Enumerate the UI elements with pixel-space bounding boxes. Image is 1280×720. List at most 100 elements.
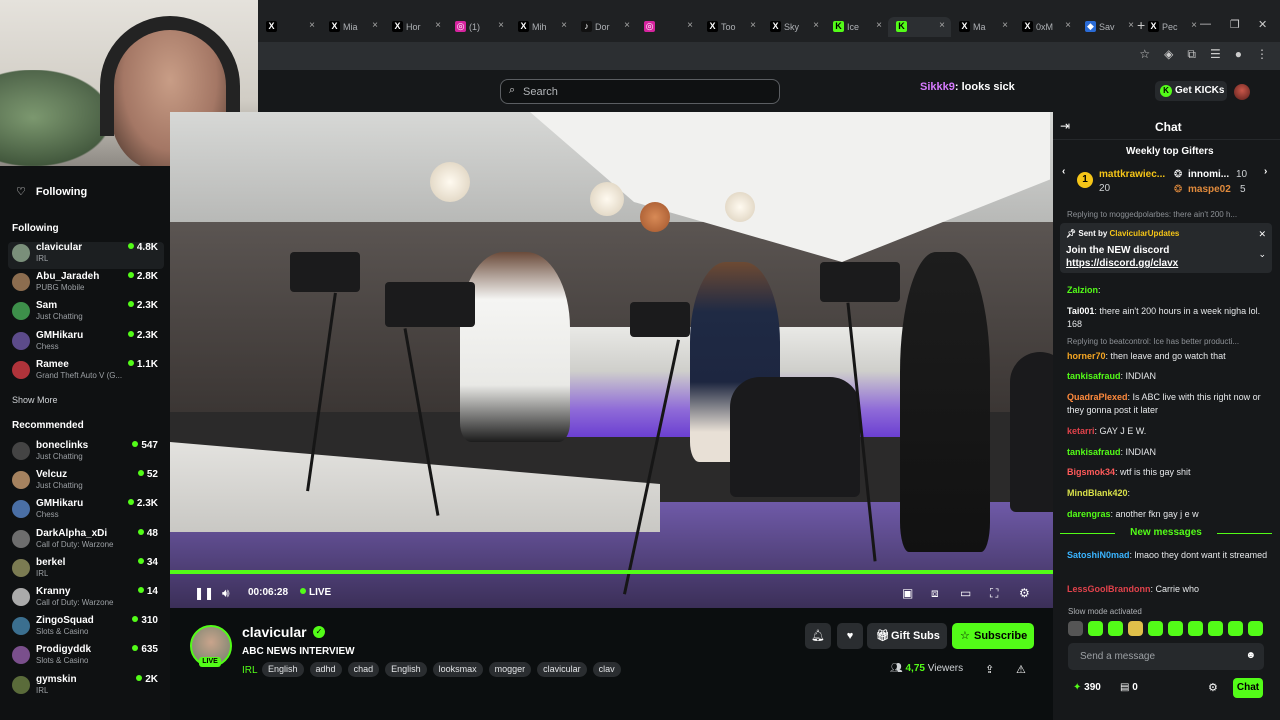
recommended-channel-item[interactable]: Velcuz Just Chatting 52 (12, 469, 164, 496)
gifter-1-name[interactable]: mattkrawiec... (1099, 169, 1165, 180)
pip-icon[interactable]: ▣ (902, 586, 913, 600)
gifters-next-icon[interactable]: › (1264, 166, 1267, 177)
collapse-chat-icon[interactable]: ⇥ (1060, 119, 1070, 133)
browser-tab[interactable]: ◎ × (636, 17, 699, 37)
search-input[interactable]: ⌕ Search (500, 79, 780, 104)
inventory-count[interactable]: ▤ 0 (1120, 682, 1138, 693)
chat-username[interactable]: tankisafraud (1067, 371, 1121, 381)
send-message-input[interactable]: Send a message ☻ (1068, 643, 1264, 670)
close-window-icon[interactable]: ✕ (1258, 18, 1267, 31)
recommended-channel-item[interactable]: Prodigyddk Slots & Casino 635 (12, 644, 164, 671)
settings-icon[interactable]: ⚙ (1019, 586, 1030, 600)
recommended-channel-item[interactable]: gymskin IRL 2K (12, 674, 164, 701)
menu-icon[interactable]: ⋮ (1256, 47, 1268, 62)
following-channel-item[interactable]: GMHikaru Chess 2.3K (12, 330, 164, 357)
emote-icon[interactable] (1188, 621, 1203, 636)
follow-heart-icon[interactable]: ♥ (837, 623, 863, 649)
stream-tag[interactable]: English (385, 662, 427, 677)
browser-tab[interactable]: X Hor × (384, 17, 447, 37)
close-tab-icon[interactable]: × (561, 20, 567, 31)
chat-username[interactable]: Tai001 (1067, 306, 1094, 316)
pause-icon[interactable]: ❚❚ (194, 586, 214, 600)
recommended-channel-item[interactable]: GMHikaru Chess 2.3K (12, 498, 164, 525)
emoji-icon[interactable]: ☻ (1245, 650, 1256, 661)
recommended-channel-item[interactable]: ZingoSquad Slots & Casino 310 (12, 615, 164, 642)
fullscreen-icon[interactable]: ⛶ (990, 586, 998, 601)
close-tab-icon[interactable]: × (1065, 20, 1071, 31)
gift-subs-button[interactable]: 🎁︎ Gift Subs (867, 623, 947, 649)
emote-icon[interactable] (1248, 621, 1263, 636)
close-tab-icon[interactable]: × (1191, 20, 1197, 31)
gifter-2-name[interactable]: innomi... (1188, 169, 1229, 180)
pinned-message[interactable]: 📌︎ Sent by ClavicularUpdates Join the NE… (1060, 223, 1272, 273)
emote-icon[interactable] (1208, 621, 1223, 636)
following-toggle[interactable]: ♡ Following (16, 185, 87, 198)
stream-tag[interactable]: chad (347, 662, 380, 677)
report-icon[interactable]: ⚠ (1016, 663, 1026, 676)
user-avatar[interactable] (1234, 84, 1250, 100)
browser-tab[interactable]: X Mih × (510, 17, 573, 37)
stream-tag[interactable]: clavicular (537, 662, 587, 677)
close-tab-icon[interactable]: × (876, 20, 882, 31)
send-chat-button[interactable]: Chat (1233, 678, 1263, 698)
close-tab-icon[interactable]: × (687, 20, 693, 31)
stream-tag[interactable]: looksmax (432, 662, 483, 677)
close-tab-icon[interactable]: × (372, 20, 378, 31)
address-bar[interactable]: ☆ ◈ ⧉ ☰ ● ⋮ (258, 42, 1280, 70)
chat-username[interactable]: Bigsmok34 (1067, 467, 1115, 477)
stream-tag[interactable]: adhd (309, 662, 342, 677)
chat-username[interactable]: ketarri (1067, 426, 1095, 436)
emote-icon[interactable] (1128, 621, 1143, 636)
close-tab-icon[interactable]: × (309, 20, 315, 31)
unpin-icon[interactable]: ✕ (1258, 229, 1266, 240)
recommended-channel-item[interactable]: DarkAlpha_xDi Call of Duty: Warzone 48 (12, 528, 164, 555)
recommended-channel-item[interactable]: berkel IRL 34 (12, 557, 164, 584)
browser-tab[interactable]: X Pec × (1140, 17, 1203, 37)
following-channel-item[interactable]: clavicular IRL 4.8K (8, 242, 164, 269)
new-messages-divider[interactable]: New messages (1060, 527, 1272, 538)
browser-tab[interactable]: K Ice × (825, 17, 888, 37)
following-channel-item[interactable]: Abu_Jaradeh PUBG Mobile 2.8K (12, 271, 164, 298)
notification-bell-icon[interactable]: 🔔︎ (805, 623, 831, 649)
chat-username[interactable]: tankisafraud (1067, 447, 1121, 457)
sidebar-icon[interactable]: ☰ (1210, 47, 1221, 62)
profile-icon[interactable]: ● (1235, 47, 1242, 62)
chat-username[interactable]: Zalzion (1067, 285, 1098, 295)
following-channel-item[interactable]: Sam Just Chatting 2.3K (12, 300, 164, 327)
stream-category[interactable]: IRL (242, 665, 258, 676)
close-tab-icon[interactable]: × (1128, 20, 1134, 31)
close-tab-icon[interactable]: × (624, 20, 630, 31)
stream-tag[interactable]: clav (592, 662, 621, 677)
emote-icon[interactable] (1108, 621, 1123, 636)
restore-icon[interactable]: ❐ (1230, 18, 1240, 31)
browser-tab[interactable]: ♪ Dor × (573, 17, 636, 37)
emote-icon[interactable] (1088, 621, 1103, 636)
stream-tag[interactable]: mogger (488, 662, 532, 677)
star-icon[interactable]: ☆ (1139, 47, 1150, 62)
subscribe-button[interactable]: ☆ Subscribe (952, 623, 1034, 649)
stream-tag[interactable]: English (262, 662, 304, 677)
recommended-channel-item[interactable]: boneclinks Just Chatting 547 (12, 440, 164, 467)
show-more-link[interactable]: Show More (12, 395, 58, 405)
expand-pinned-icon[interactable]: ⌄ (1258, 249, 1266, 260)
chat-username[interactable]: LessGoolBrandonn (1067, 584, 1151, 594)
close-tab-icon[interactable]: × (498, 20, 504, 31)
chat-username[interactable]: horner70 (1067, 351, 1106, 361)
video-player[interactable] (170, 112, 1053, 608)
chat-username[interactable]: darengras (1067, 509, 1111, 519)
get-kicks-button[interactable]: K Get KICKs (1155, 81, 1227, 101)
gifter-3-name[interactable]: maspe02 (1188, 184, 1231, 195)
emote-icon[interactable] (1068, 621, 1083, 636)
chat-username[interactable]: MindBlank420 (1067, 488, 1128, 498)
streamer-name[interactable]: clavicular (242, 624, 307, 640)
browser-tab[interactable]: X 0xM × (1014, 17, 1077, 37)
theater-mode-icon[interactable]: ▭ (960, 586, 971, 600)
gifters-prev-icon[interactable]: ‹ (1062, 166, 1065, 177)
extension-icon[interactable]: ◈ (1164, 47, 1173, 62)
clip-icon[interactable]: ⧈ (931, 586, 939, 601)
browser-tab[interactable]: K × (888, 17, 951, 37)
puzzle-icon[interactable]: ⧉ (1187, 47, 1196, 62)
browser-tab[interactable]: X Sky × (762, 17, 825, 37)
emote-icon[interactable] (1148, 621, 1163, 636)
browser-tab[interactable]: X Too × (699, 17, 762, 37)
